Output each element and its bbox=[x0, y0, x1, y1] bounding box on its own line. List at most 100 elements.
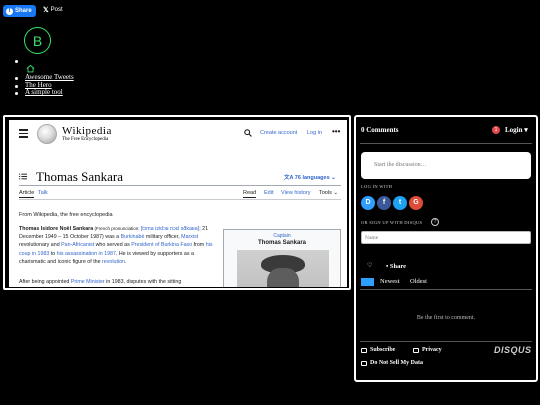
pan-africanist-link[interactable]: Pan-Africanist bbox=[61, 242, 94, 248]
para2-b: in 1983, disputes with the sitting bbox=[104, 279, 182, 285]
wikipedia-page[interactable]: Wikipedia The Free Encyclopedia Create a… bbox=[9, 120, 347, 287]
sort-best-tab[interactable]: Best bbox=[361, 278, 374, 286]
second-paragraph: After being appointed Prime Minister in … bbox=[19, 278, 217, 286]
lead-served: who served as bbox=[94, 242, 132, 249]
facebook-share-button[interactable]: f Share bbox=[3, 5, 36, 17]
tab-view-history[interactable]: View history bbox=[281, 190, 311, 196]
lead-mil: military officer, bbox=[144, 234, 182, 241]
warning-icon bbox=[361, 360, 367, 366]
wikipedia-embed-frame: Wikipedia The Free Encyclopedia Create a… bbox=[3, 115, 351, 290]
comment-input[interactable]: Start the discussion… bbox=[361, 152, 531, 179]
tab-article[interactable]: Article bbox=[19, 190, 35, 198]
languages-label: 76 languages bbox=[294, 175, 330, 181]
lead-pron: (French pronunciation: bbox=[93, 226, 141, 231]
list-bullet bbox=[15, 84, 18, 88]
site-logo[interactable]: B bbox=[24, 27, 51, 54]
subscribe-link[interactable]: Subscribe bbox=[361, 347, 395, 353]
main-menu-icon[interactable] bbox=[19, 129, 28, 138]
lead-rev: revolutionary and bbox=[19, 242, 62, 249]
para2-a: After being appointed bbox=[19, 279, 71, 285]
title-divider bbox=[19, 185, 341, 186]
subscribe-label: Subscribe bbox=[370, 347, 396, 353]
footer-divider bbox=[360, 341, 532, 342]
notification-badge[interactable]: 1 bbox=[492, 126, 500, 134]
home-icon[interactable] bbox=[26, 64, 35, 73]
nav-item-home[interactable] bbox=[15, 57, 74, 74]
facebook-icon: f bbox=[6, 7, 13, 15]
heart-icon[interactable]: ♡ bbox=[367, 262, 372, 269]
google-login-icon[interactable]: G bbox=[409, 196, 423, 210]
search-icon[interactable] bbox=[244, 129, 252, 137]
login-menu[interactable]: Login ▾ bbox=[505, 126, 528, 134]
or-sign-up-label: OR SIGN UP WITH DISQUS bbox=[361, 220, 423, 225]
do-not-sell-label: Do Not Sell My Data bbox=[370, 360, 423, 366]
lead-name: Thomas Isidore Noël Sankara bbox=[19, 226, 94, 232]
do-not-sell-link[interactable]: Do Not Sell My Data bbox=[361, 360, 423, 366]
president-link[interactable]: President of Burkina Faso bbox=[131, 242, 192, 248]
log-in-with-label: LOG IN WITH bbox=[361, 184, 393, 189]
create-account-link[interactable]: Create account bbox=[260, 130, 297, 136]
tab-edit[interactable]: Edit bbox=[264, 190, 273, 196]
privacy-label: Privacy bbox=[422, 347, 442, 353]
share-button[interactable]: • Share bbox=[386, 263, 406, 270]
log-in-link[interactable]: Log in bbox=[307, 130, 322, 136]
name-field[interactable]: Name bbox=[361, 231, 531, 244]
help-icon[interactable]: ? bbox=[431, 218, 439, 226]
table-of-contents-icon[interactable] bbox=[19, 173, 27, 180]
mail-icon bbox=[361, 347, 367, 353]
assassination-link[interactable]: his assassination in 1987 bbox=[57, 251, 116, 257]
disqus-login-icon[interactable]: D bbox=[361, 196, 375, 210]
facebook-login-icon[interactable]: f bbox=[377, 196, 391, 210]
ipa-link[interactable]: [tɔma izidɔʁ nɔɛl sɑ̃kaʁa] bbox=[141, 226, 200, 232]
wikipedia-wordmark[interactable]: Wikipedia bbox=[62, 125, 112, 137]
lock-icon bbox=[413, 347, 419, 353]
translate-icon: 文A bbox=[284, 175, 295, 181]
disqus-logo[interactable]: DISQUS bbox=[494, 345, 532, 355]
privacy-link[interactable]: Privacy bbox=[413, 347, 442, 353]
revolution-link[interactable]: revolution bbox=[102, 259, 125, 265]
tab-talk[interactable]: Talk bbox=[38, 190, 48, 196]
lead-end: . bbox=[125, 258, 127, 265]
sort-oldest-tab[interactable]: Oldest bbox=[410, 278, 427, 286]
infobox-name: Thomas Sankara bbox=[257, 240, 307, 246]
disqus-comments-panel: 0 Comments 1 Login ▾ Start the discussio… bbox=[354, 115, 538, 382]
lead-from: from bbox=[192, 242, 206, 249]
x-logo-icon: 𝕏 bbox=[43, 7, 49, 14]
infobox: Captain Thomas Sankara bbox=[223, 229, 341, 287]
article-title: Thomas Sankara bbox=[36, 169, 124, 184]
marxist-link[interactable]: Marxist bbox=[181, 234, 198, 240]
tab-read[interactable]: Read bbox=[243, 190, 257, 198]
more-options-icon[interactable]: ••• bbox=[332, 127, 340, 136]
list-bullet bbox=[15, 77, 18, 80]
burkinabe-link[interactable]: Burkinabè bbox=[121, 234, 145, 240]
header-divider bbox=[360, 143, 532, 144]
wikipedia-globe-logo[interactable] bbox=[37, 124, 57, 144]
sort-newest-tab[interactable]: Newest bbox=[380, 278, 400, 286]
lead-paragraph: Thomas Isidore Noël Sankara (French pron… bbox=[19, 225, 217, 266]
empty-comments-message: Be the first to comment. bbox=[416, 315, 476, 321]
x-post-button[interactable]: 𝕏 Post bbox=[43, 5, 63, 15]
infobox-caption[interactable]: Captain bbox=[224, 233, 340, 239]
languages-button[interactable]: 文A 76 languages ⌄ bbox=[284, 173, 336, 181]
comment-count: 0 Comments bbox=[361, 126, 399, 134]
tab-divider bbox=[19, 199, 341, 200]
chevron-down-icon: ⌄ bbox=[329, 175, 336, 181]
twitter-login-icon[interactable]: t bbox=[393, 196, 407, 210]
infobox-portrait[interactable] bbox=[237, 250, 329, 287]
x-post-label: Post bbox=[50, 7, 63, 13]
site-nav: Awesome Tweets The Hero A simple tool bbox=[15, 57, 74, 97]
list-bullet bbox=[15, 92, 18, 95]
chevron-down-icon: ⌄ bbox=[331, 190, 338, 196]
nav-item-simple-tool[interactable]: A simple tool bbox=[15, 88, 74, 97]
wikipedia-tagline: The Free Encyclopedia bbox=[62, 137, 109, 142]
portrait-face bbox=[267, 268, 299, 287]
lead-to: to bbox=[49, 250, 57, 257]
nav-link-simple-tool[interactable]: A simple tool bbox=[25, 88, 63, 96]
from-wikipedia-note: From Wikipedia, the free encyclopedia bbox=[19, 212, 113, 218]
tab-tools[interactable]: Tools ⌄ bbox=[319, 190, 338, 196]
site-logo-letter: B bbox=[32, 32, 43, 49]
facebook-share-label: Share bbox=[15, 8, 32, 14]
prime-minister-link[interactable]: Prime Minister bbox=[71, 279, 105, 285]
list-bullet bbox=[15, 60, 18, 63]
tab-tools-label: Tools bbox=[319, 190, 332, 196]
